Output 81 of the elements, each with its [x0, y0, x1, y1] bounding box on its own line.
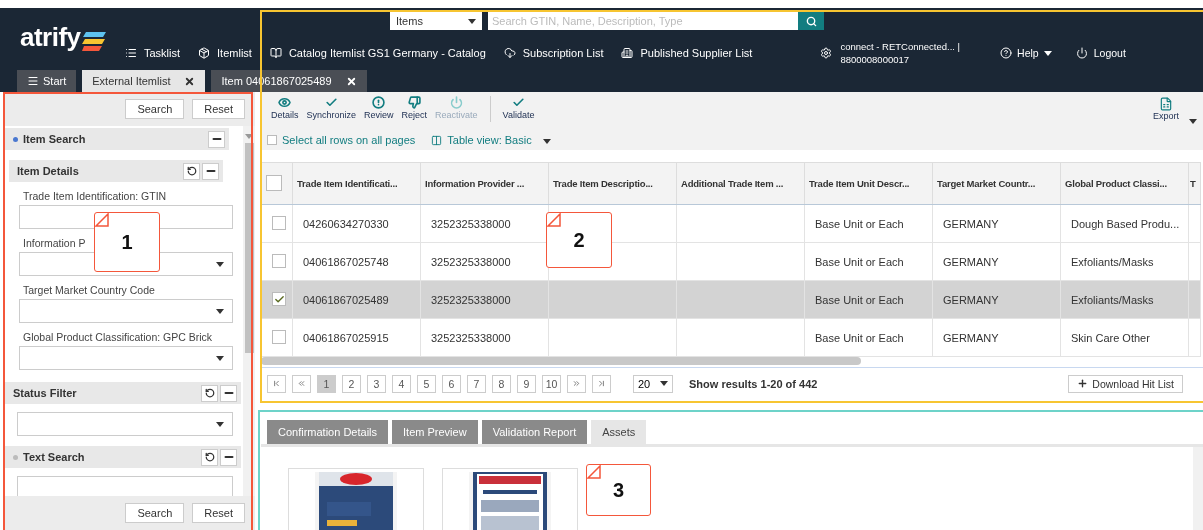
nav-link[interactable]: Subscription List: [503, 47, 604, 59]
table-cell: GERMANY: [932, 318, 1061, 357]
page-button[interactable]: 10: [542, 374, 561, 393]
account-name: connect - RETConnected... | 8800008000017: [840, 40, 961, 66]
nav-link[interactable]: Itemlist: [198, 47, 252, 59]
column-header[interactable]: Trade Item Unit Descr...: [804, 162, 933, 205]
section-header[interactable]: Item Search: [5, 128, 229, 150]
nav-link[interactable]: Tasklist: [125, 47, 181, 59]
section-title: Status Filter: [13, 387, 77, 399]
table-cell: 04061867025748: [292, 242, 421, 281]
page-button[interactable]: 1: [317, 374, 336, 393]
field-label: Global Product Classification: GPC Brick: [23, 331, 213, 343]
table-cell: 04061867025489: [292, 280, 421, 319]
table-cell: Base Unit or Each: [804, 242, 933, 281]
field-label: Information P: [23, 237, 86, 249]
page-button[interactable]: 4: [392, 374, 411, 393]
page-button[interactable]: 2: [342, 374, 361, 393]
table-cell: GERMANY: [932, 280, 1061, 319]
callout: 1: [94, 212, 160, 272]
page-button[interactable]: 5: [417, 374, 436, 393]
field-label: Trade Item Identification: GTIN: [23, 190, 167, 202]
page-button[interactable]: 6: [442, 374, 461, 393]
toolbar-button[interactable]: Details: [267, 96, 303, 120]
table-cell: 3252325338000: [420, 242, 549, 281]
table-cell: 3252325338000: [420, 318, 549, 357]
section-title: Item Details: [17, 165, 79, 177]
section-header[interactable]: Status Filter: [5, 382, 241, 404]
table-view-menu[interactable]: Table view: Basic: [431, 134, 551, 146]
panel-button[interactable]: Search: [125, 99, 185, 119]
section-header[interactable]: Item Details: [9, 160, 223, 182]
panel-button[interactable]: Reset: [192, 503, 245, 523]
nav-link[interactable]: Catalog Itemlist GS1 Germany - Catalog: [269, 47, 486, 59]
scope-select[interactable]: Items: [390, 12, 482, 30]
table-cell: Base Unit or Each: [804, 204, 933, 243]
toolbar-button[interactable]: Validate: [498, 96, 539, 120]
download-button[interactable]: Download Hit List: [1068, 374, 1183, 393]
table-cell: Base Unit or Each: [804, 280, 933, 319]
toolbar-button[interactable]: Synchronize: [302, 96, 361, 120]
logout-link[interactable]: Logout: [1075, 47, 1126, 59]
select-all-checkbox[interactable]: Select all rows on all pages: [267, 134, 416, 146]
help-menu[interactable]: Help: [1000, 47, 1052, 59]
table-cell: 04260634270330: [292, 204, 421, 243]
table-cell: 3252325338000: [420, 280, 549, 319]
callout: 3: [586, 464, 651, 516]
section-header[interactable]: Text Search: [5, 446, 241, 468]
column-header[interactable]: Global Product Classi...: [1060, 162, 1189, 205]
table-cell: GERMANY: [932, 204, 1061, 243]
column-header[interactable]: Information Provider ...: [420, 162, 549, 205]
table-cell: GERMANY: [932, 242, 1061, 281]
page-size-select[interactable]: 20: [633, 374, 673, 393]
export-button[interactable]: Export: [1147, 96, 1185, 122]
toolbar-button[interactable]: Reject: [397, 96, 432, 120]
column-header[interactable]: Trade Item Descriptio...: [548, 162, 677, 205]
table-cell: 3252325338000: [420, 204, 549, 243]
column-header[interactable]: Trade Item Identificati...: [292, 162, 421, 205]
panel-button[interactable]: Search: [125, 503, 185, 523]
page-button[interactable]: 9: [517, 374, 536, 393]
panel-button[interactable]: Reset: [192, 99, 245, 119]
table-cell: Exfoliants/Masks: [1060, 280, 1189, 319]
table-cell: Base Unit or Each: [804, 318, 933, 357]
field-label: Target Market Country Code: [23, 284, 155, 296]
section-title: Item Search: [23, 133, 86, 145]
nav-link[interactable]: Published Supplier List: [621, 47, 753, 59]
page-button[interactable]: 7: [467, 374, 486, 393]
results-summary: Show results 1-20 of 442: [689, 377, 818, 390]
column-header[interactable]: Target Market Countr...: [932, 162, 1061, 205]
callout: 2: [546, 212, 612, 268]
page-button[interactable]: 8: [492, 374, 511, 393]
tab[interactable]: External Itemlist: [82, 70, 206, 92]
table-cell: 04061867025915: [292, 318, 421, 357]
search-field[interactable]: Search GTIN, Name, Description, Type: [488, 12, 798, 30]
page-button[interactable]: 3: [367, 374, 386, 393]
table-cell: Dough Based Produ...: [1060, 204, 1189, 243]
column-header[interactable]: Additional Trade Item ...: [676, 162, 805, 205]
tab[interactable]: Assets: [591, 420, 647, 444]
table-cell: Skin Care Other: [1060, 318, 1189, 357]
tab[interactable]: Start: [17, 70, 77, 92]
logo: atrify: [20, 22, 81, 53]
toolbar-button[interactable]: Review: [360, 96, 398, 120]
table-cell: Exfoliants/Masks: [1060, 242, 1189, 281]
section-title: Text Search: [23, 451, 85, 463]
